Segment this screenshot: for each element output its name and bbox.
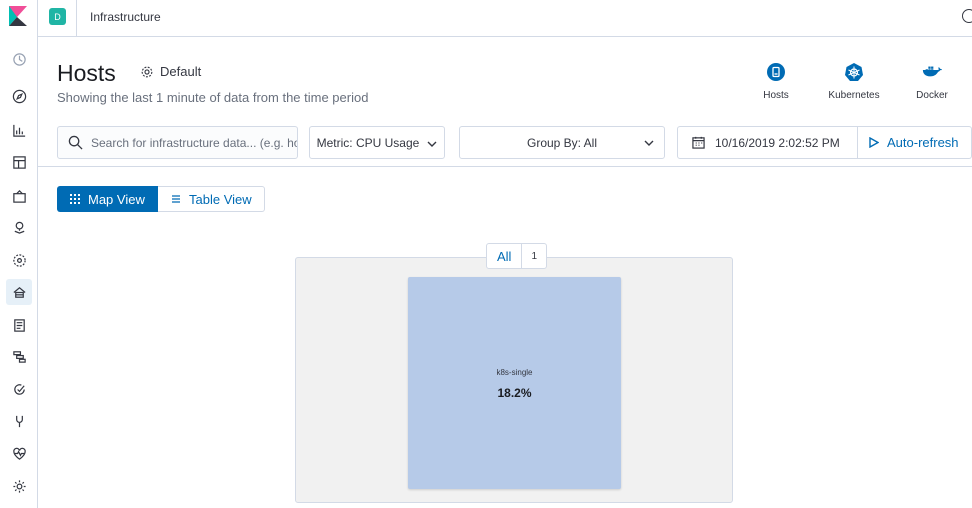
node-value: 18.2%	[497, 386, 532, 400]
dashboard-icon[interactable]	[10, 153, 28, 171]
table-view-label: Table View	[189, 191, 252, 207]
canvas-icon[interactable]	[10, 187, 28, 205]
metric-label: Metric: CPU Usage	[316, 135, 420, 150]
map-view-button[interactable]: Map View	[57, 186, 158, 212]
infrastructure-icon[interactable]	[6, 279, 32, 305]
auto-refresh-button[interactable]: Auto-refresh	[858, 126, 972, 159]
discover-icon[interactable]	[10, 87, 28, 105]
map-view-label: Map View	[88, 191, 145, 207]
grid-icon	[70, 194, 80, 204]
play-icon	[869, 137, 879, 148]
visualize-icon[interactable]	[10, 121, 28, 139]
table-view-button[interactable]: Table View	[158, 186, 265, 212]
auto-refresh-label: Auto-refresh	[887, 135, 959, 150]
docker-type-label: Docker	[916, 90, 948, 101]
kubernetes-icon	[844, 62, 864, 82]
uptime-icon[interactable]	[10, 380, 28, 398]
hosts-type-button[interactable]: Hosts	[746, 62, 806, 101]
group-count: 1	[531, 250, 538, 262]
saved-view-selector[interactable]: Default	[140, 64, 201, 79]
search-input[interactable]: Search for infrastructure data... (e.g. …	[57, 126, 298, 159]
view-toggle: Map View Table View	[57, 186, 265, 212]
hosts-type-label: Hosts	[763, 90, 789, 101]
docker-icon	[922, 62, 942, 82]
chevron-down-icon	[427, 138, 437, 148]
kibana-logo-icon[interactable]	[9, 6, 27, 26]
node-name: k8s-single	[496, 368, 533, 377]
logs-icon[interactable]	[10, 316, 28, 334]
group-name[interactable]: All	[487, 244, 523, 268]
stack-monitoring-icon[interactable]	[10, 444, 28, 462]
breadcrumb: Infrastructure	[90, 10, 161, 24]
date-picker[interactable]: 10/16/2019 2:02:52 PM	[677, 126, 858, 159]
group-by-selector[interactable]: Group By: All	[459, 126, 665, 159]
calendar-icon	[692, 136, 705, 149]
date-value: 10/16/2019 2:02:52 PM	[715, 135, 840, 150]
page-subtitle: Showing the last 1 minute of data from t…	[57, 90, 369, 105]
chevron-down-icon	[644, 137, 654, 147]
search-icon	[68, 135, 83, 150]
docker-type-button[interactable]: Docker	[902, 62, 962, 101]
host-icon	[766, 62, 786, 82]
page-title: Hosts	[57, 60, 116, 86]
management-gear-icon[interactable]	[10, 477, 28, 495]
apm-icon[interactable]	[10, 347, 28, 365]
side-navigation	[0, 0, 38, 508]
search-placeholder: Search for infrastructure data... (e.g. …	[91, 135, 297, 150]
saved-view-label: Default	[160, 64, 202, 79]
list-icon	[172, 195, 180, 203]
section-divider	[38, 166, 972, 167]
recently-viewed-icon[interactable]	[10, 50, 28, 68]
metric-selector[interactable]: Metric: CPU Usage	[309, 126, 445, 159]
kubernetes-type-label: Kubernetes	[828, 90, 880, 101]
group-label[interactable]: All 1	[486, 243, 548, 269]
help-icon[interactable]	[962, 9, 972, 23]
group-by-label: Group By: All	[526, 135, 598, 150]
top-header: D Infrastructure	[38, 0, 972, 37]
kubernetes-type-button[interactable]: Kubernetes	[824, 62, 884, 101]
machine-learning-icon[interactable]	[10, 251, 28, 269]
header-divider	[76, 0, 77, 37]
maps-icon[interactable]	[10, 218, 28, 236]
space-avatar[interactable]: D	[49, 8, 66, 25]
dev-tools-icon[interactable]	[10, 412, 28, 430]
host-node[interactable]: k8s-single 18.2%	[408, 277, 621, 489]
gear-icon	[141, 66, 153, 77]
